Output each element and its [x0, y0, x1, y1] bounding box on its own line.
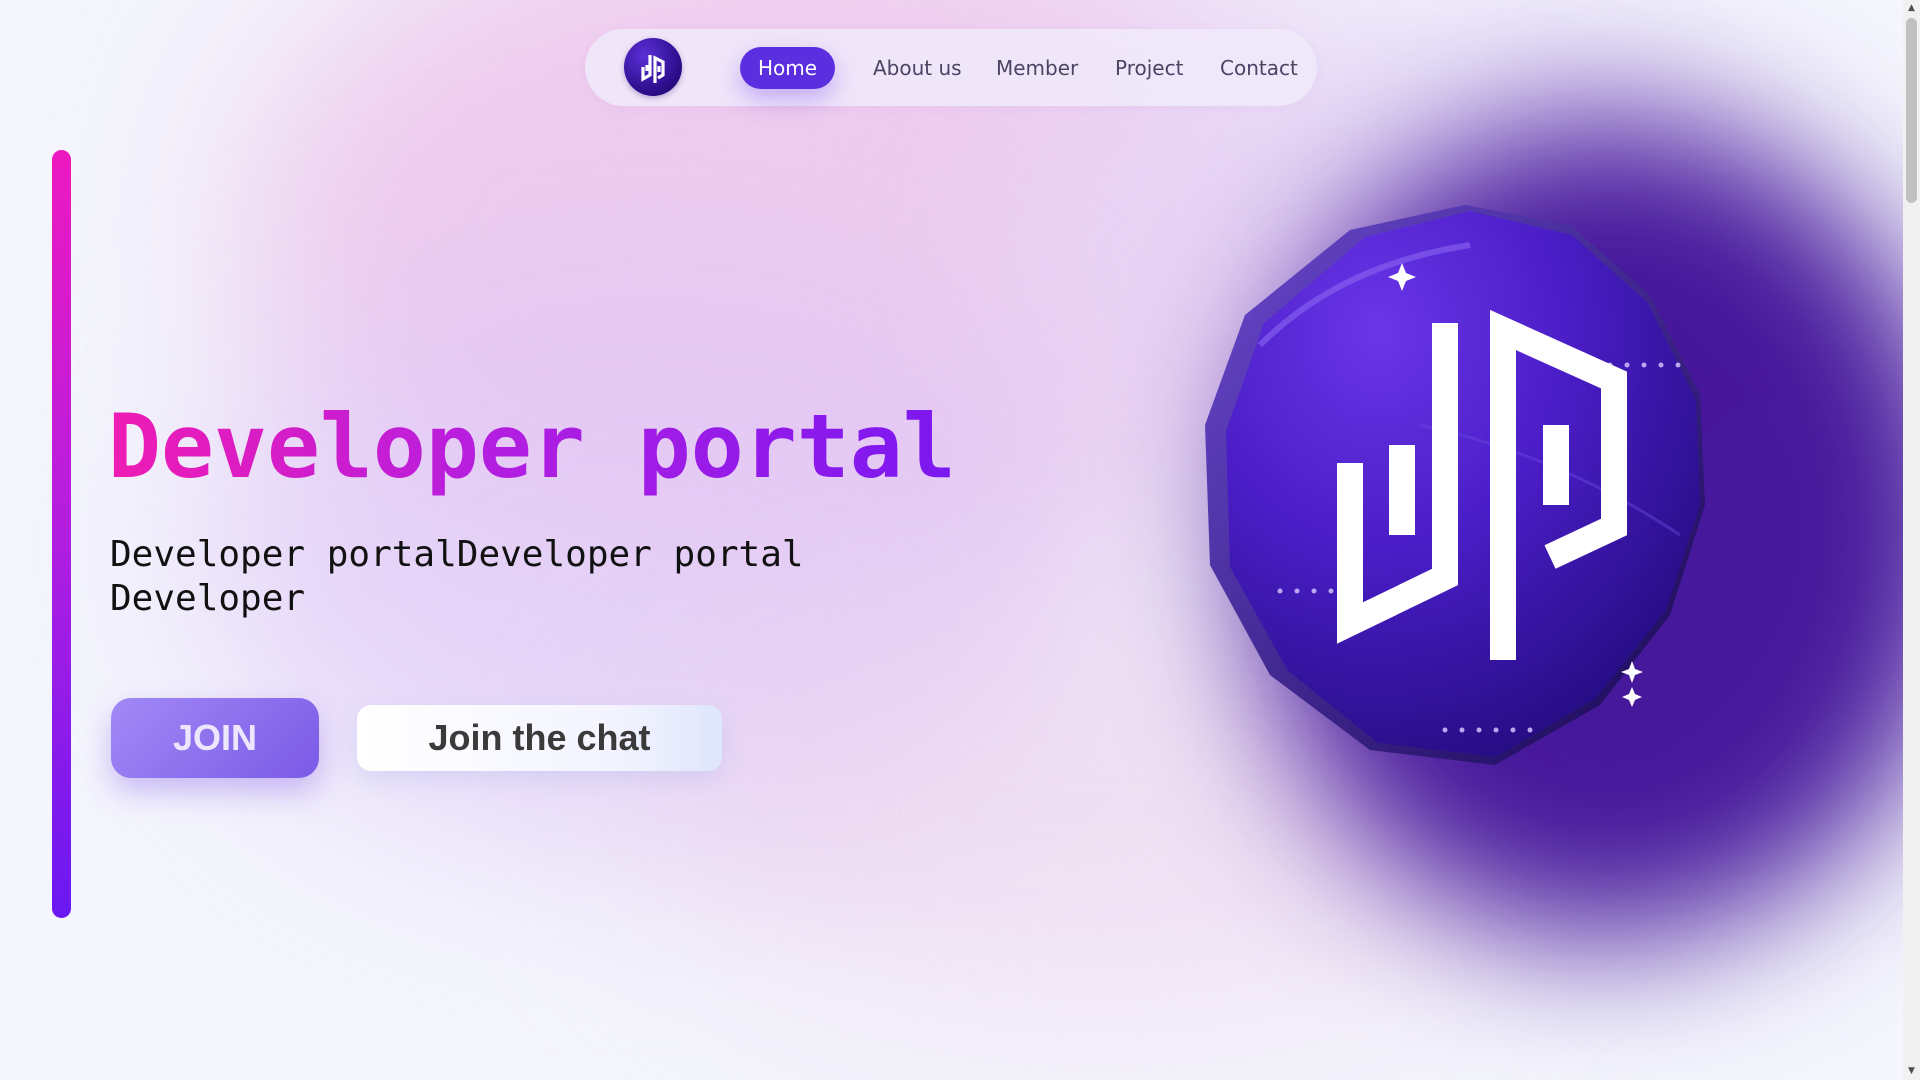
nav-member[interactable]: Member: [996, 47, 1078, 89]
nav-contact[interactable]: Contact: [1220, 47, 1298, 89]
hero-title: Developer portal: [108, 392, 956, 502]
scroll-down-icon[interactable]: ▼: [1903, 1063, 1920, 1080]
nav-project[interactable]: Project: [1115, 47, 1183, 89]
join-chat-button[interactable]: Join the chat: [357, 705, 722, 771]
scrollbar-thumb[interactable]: [1906, 18, 1917, 203]
accent-bar: [52, 150, 71, 918]
hero-subtitle: Developer portalDeveloper portal Develop…: [110, 534, 804, 619]
nav-home[interactable]: Home: [740, 47, 835, 89]
vertical-scrollbar[interactable]: ▲ ▼: [1903, 0, 1920, 1080]
nav-about-us[interactable]: About us: [873, 47, 962, 89]
scroll-up-icon[interactable]: ▲: [1903, 0, 1920, 17]
join-button[interactable]: JOIN: [111, 698, 319, 778]
top-navbar: Home About us Member Project Contact: [585, 29, 1317, 106]
dp-logo-icon[interactable]: [624, 38, 682, 96]
dp-coin-logo-icon: [1200, 205, 1740, 775]
